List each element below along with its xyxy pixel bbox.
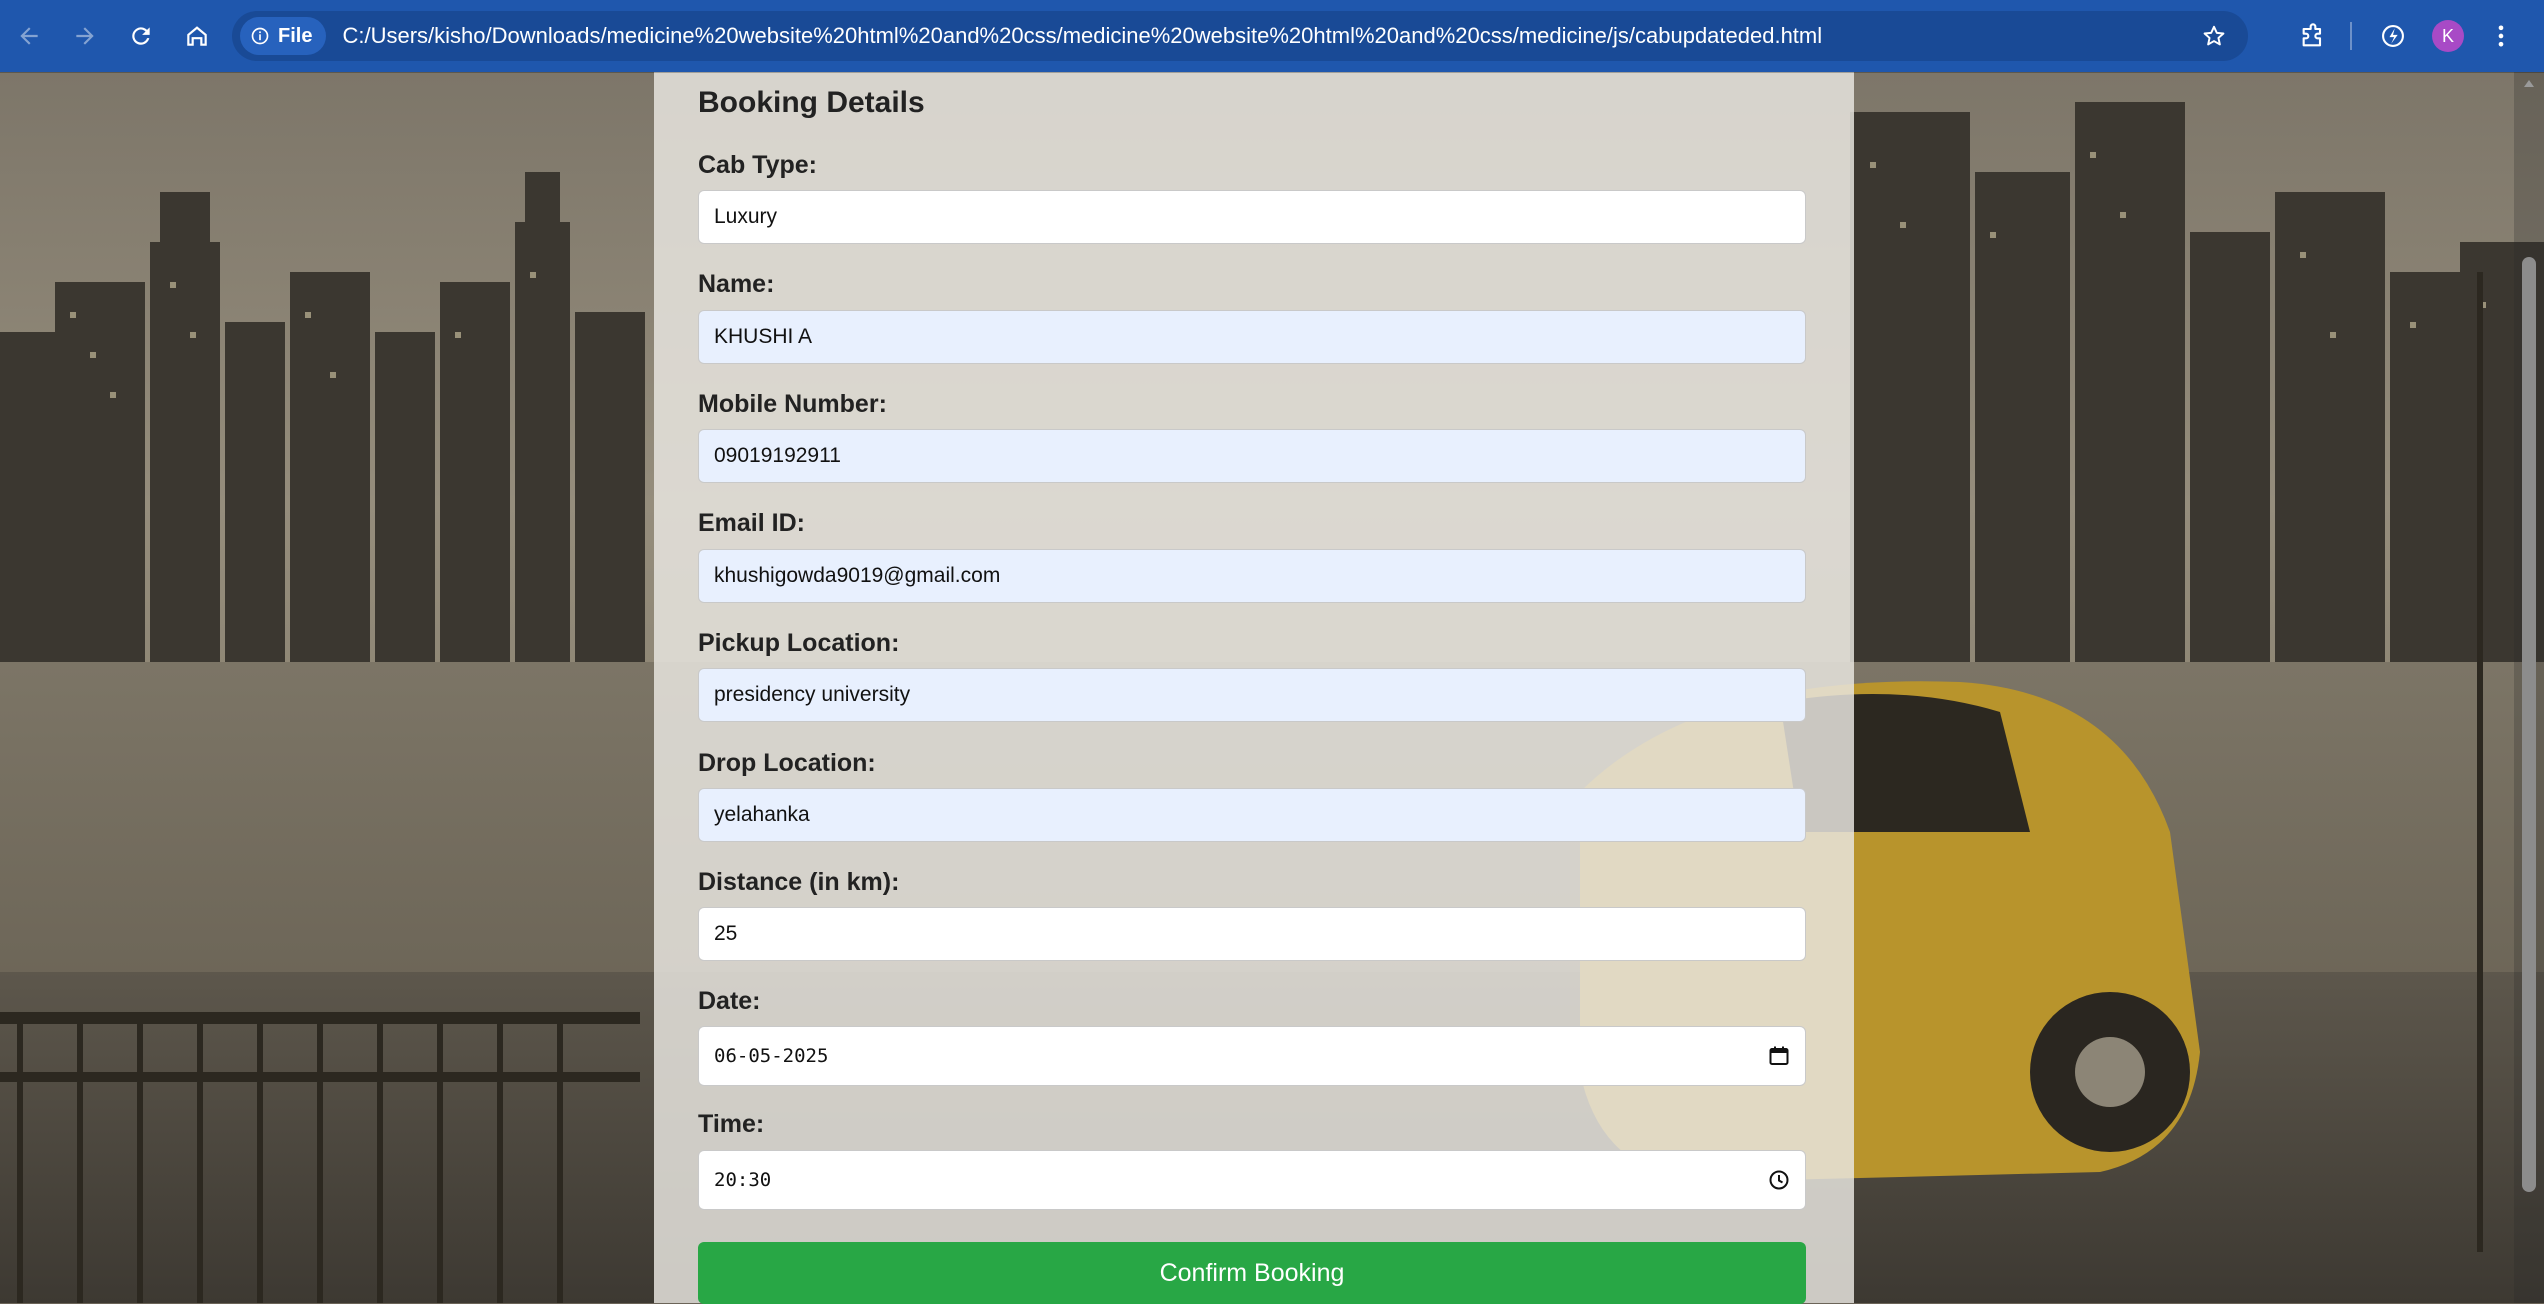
site-info-label: File (278, 24, 313, 47)
distance-label: Distance (in km): (698, 868, 900, 896)
email-value: khushigowda9019@gmail.com (714, 564, 1001, 587)
performance-button[interactable] (2366, 9, 2420, 63)
extensions-button[interactable] (2286, 9, 2340, 63)
cab-type-value: Luxury (714, 205, 778, 228)
site-info-chip[interactable]: File (240, 17, 327, 55)
reload-button[interactable] (114, 9, 168, 63)
distance-value: 25 (714, 922, 738, 945)
pickup-location-label: Pickup Location: (698, 629, 900, 657)
time-value: 20:30 (714, 1169, 772, 1191)
mobile-number-value: 09019192911 (714, 444, 841, 467)
home-icon (187, 26, 207, 46)
browser-toolbar: File C:/Users/kisho/Downloads/medicine%2… (0, 0, 2544, 72)
clock-icon[interactable] (1767, 1168, 1791, 1192)
pickup-location-value: presidency university (714, 683, 911, 706)
time-label: Time: (698, 1110, 765, 1138)
back-button[interactable] (2, 9, 56, 63)
email-field[interactable]: khushigowda9019@gmail.com (698, 549, 1806, 603)
email-label: Email ID: (698, 509, 805, 537)
url-text[interactable]: C:/Users/kisho/Downloads/medicine%20webs… (342, 23, 2194, 49)
confirm-booking-button[interactable]: Confirm Booking (698, 1242, 1806, 1304)
speedometer-icon (2382, 25, 2404, 47)
home-button[interactable] (170, 9, 224, 63)
cab-type-label: Cab Type: (698, 151, 817, 179)
reload-icon (132, 27, 150, 45)
calendar-icon[interactable] (1767, 1044, 1791, 1068)
drop-location-label: Drop Location: (698, 749, 876, 777)
scroll-up-arrow-icon[interactable] (2521, 76, 2537, 92)
name-value: KHUSHI A (714, 325, 813, 348)
forward-button[interactable] (58, 9, 112, 63)
date-field[interactable]: 06-05-2025 (698, 1026, 1806, 1086)
mobile-number-label: Mobile Number: (698, 390, 887, 418)
toolbar-divider (2350, 22, 2352, 50)
distance-field[interactable]: 25 (698, 907, 1806, 961)
pickup-location-field[interactable]: presidency university (698, 668, 1806, 722)
booking-form: Booking Details Cab Type: Luxury Name: K… (654, 72, 1854, 1304)
bookmark-button[interactable] (2194, 16, 2234, 56)
menu-button[interactable] (2474, 9, 2528, 63)
star-icon (2203, 25, 2225, 46)
address-bar[interactable]: File C:/Users/kisho/Downloads/medicine%2… (232, 11, 2248, 61)
mobile-number-field[interactable]: 09019192911 (698, 429, 1806, 483)
date-label: Date: (698, 987, 761, 1015)
arrow-right-icon (76, 27, 94, 45)
page-scrollbar[interactable] (2514, 72, 2544, 1303)
name-label: Name: (698, 270, 775, 298)
scrollbar-thumb[interactable] (2522, 257, 2536, 1192)
arrow-left-icon (20, 27, 38, 45)
profile-avatar[interactable]: K (2432, 20, 2464, 52)
info-icon (251, 27, 269, 45)
time-field[interactable]: 20:30 (698, 1150, 1806, 1210)
name-field[interactable]: KHUSHI A (698, 310, 1806, 364)
form-title: Booking Details (698, 86, 925, 119)
drop-location-value: yelahanka (714, 803, 810, 826)
drop-location-field[interactable]: yelahanka (698, 788, 1806, 842)
cab-type-field[interactable]: Luxury (698, 190, 1806, 244)
more-vertical-icon (2498, 25, 2504, 47)
puzzle-icon (2302, 23, 2322, 47)
date-value: 06-05-2025 (714, 1045, 829, 1067)
